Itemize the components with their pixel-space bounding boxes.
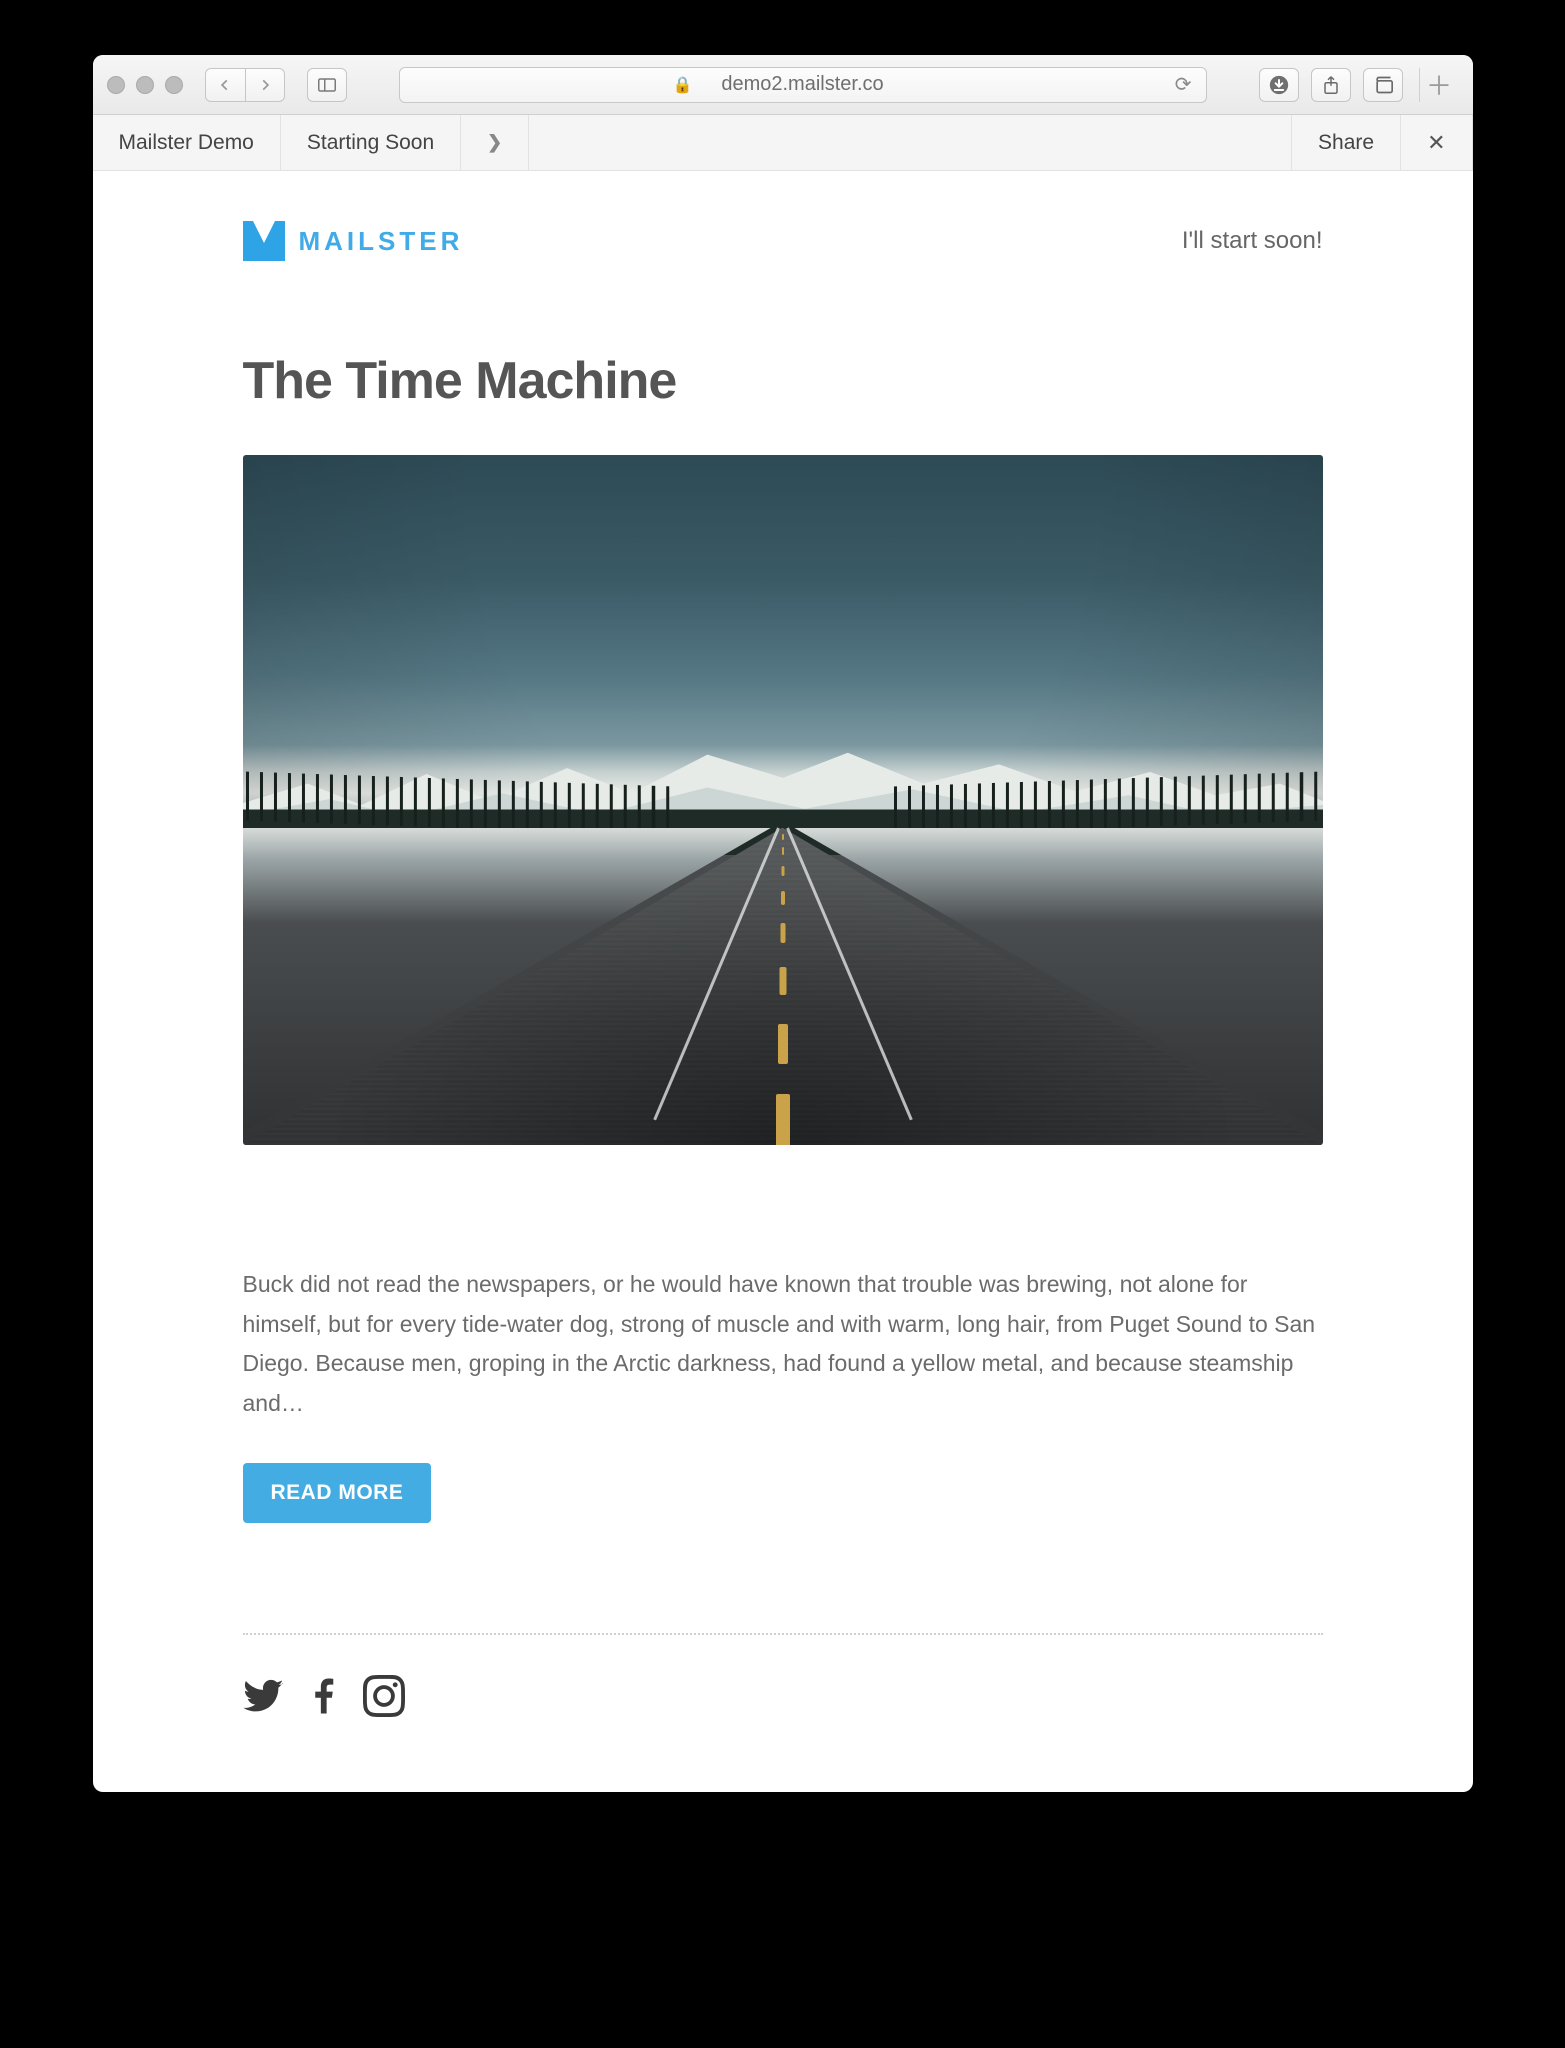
- hero-image: [243, 455, 1323, 1145]
- tabs-overview-button[interactable]: [1363, 68, 1403, 102]
- share-tab-button[interactable]: Share: [1291, 115, 1401, 170]
- hero-centerline: [782, 828, 784, 1145]
- close-icon: ✕: [1427, 130, 1445, 156]
- tab-starting-soon[interactable]: Starting Soon: [281, 115, 461, 170]
- instagram-link[interactable]: [363, 1675, 405, 1722]
- brand-row: MAILSTER I'll start soon!: [243, 221, 1323, 261]
- social-links: [243, 1675, 1323, 1722]
- read-more-button[interactable]: READ MORE: [243, 1463, 432, 1523]
- instagram-icon: [363, 1675, 405, 1717]
- new-tab-button[interactable]: ＋: [1419, 68, 1459, 102]
- traffic-close[interactable]: [107, 76, 125, 94]
- forward-button[interactable]: [245, 68, 285, 102]
- brand-mark-icon: [243, 221, 285, 261]
- browser-window: 🔒 demo2.mailster.co ⟳ ＋ Mailster Demo: [93, 55, 1473, 1792]
- twitter-link[interactable]: [243, 1675, 285, 1722]
- chevron-right-icon: ❯: [487, 132, 502, 153]
- facebook-icon: [303, 1675, 345, 1717]
- sidebar-toggle-button[interactable]: [307, 68, 347, 102]
- back-button[interactable]: [205, 68, 245, 102]
- traffic-minimize[interactable]: [136, 76, 154, 94]
- article-title: The Time Machine: [243, 351, 1323, 411]
- toolbar-right: ＋: [1259, 68, 1459, 102]
- lock-icon: 🔒: [673, 75, 693, 95]
- downloads-button[interactable]: [1259, 68, 1299, 102]
- tab-mailster-demo[interactable]: Mailster Demo: [93, 115, 281, 170]
- nav-back-forward: [205, 68, 285, 102]
- share-label: Share: [1318, 131, 1374, 155]
- content-divider: [243, 1633, 1323, 1635]
- tab-spacer: [529, 115, 1291, 170]
- window-controls: [107, 76, 183, 94]
- tab-label: Starting Soon: [307, 131, 434, 155]
- close-panel-button[interactable]: ✕: [1401, 115, 1472, 170]
- tab-overflow-button[interactable]: ❯: [461, 115, 529, 170]
- address-bar[interactable]: 🔒 demo2.mailster.co ⟳: [399, 67, 1207, 103]
- tab-bar: Mailster Demo Starting Soon ❯ Share ✕: [93, 115, 1473, 171]
- address-text: demo2.mailster.co: [721, 73, 883, 96]
- titlebar: 🔒 demo2.mailster.co ⟳ ＋: [93, 55, 1473, 115]
- brand-logo[interactable]: MAILSTER: [243, 221, 464, 261]
- twitter-icon: [243, 1675, 285, 1717]
- traffic-zoom[interactable]: [165, 76, 183, 94]
- share-button[interactable]: [1311, 68, 1351, 102]
- article-body: Buck did not read the newspapers, or he …: [243, 1265, 1323, 1423]
- tagline-text: I'll start soon!: [1182, 227, 1323, 255]
- brand-wordmark: MAILSTER: [299, 226, 464, 257]
- page-content: MAILSTER I'll start soon! The Time Machi…: [93, 171, 1473, 1792]
- reload-icon[interactable]: ⟳: [1175, 72, 1192, 97]
- facebook-link[interactable]: [303, 1675, 345, 1722]
- tab-label: Mailster Demo: [119, 131, 254, 155]
